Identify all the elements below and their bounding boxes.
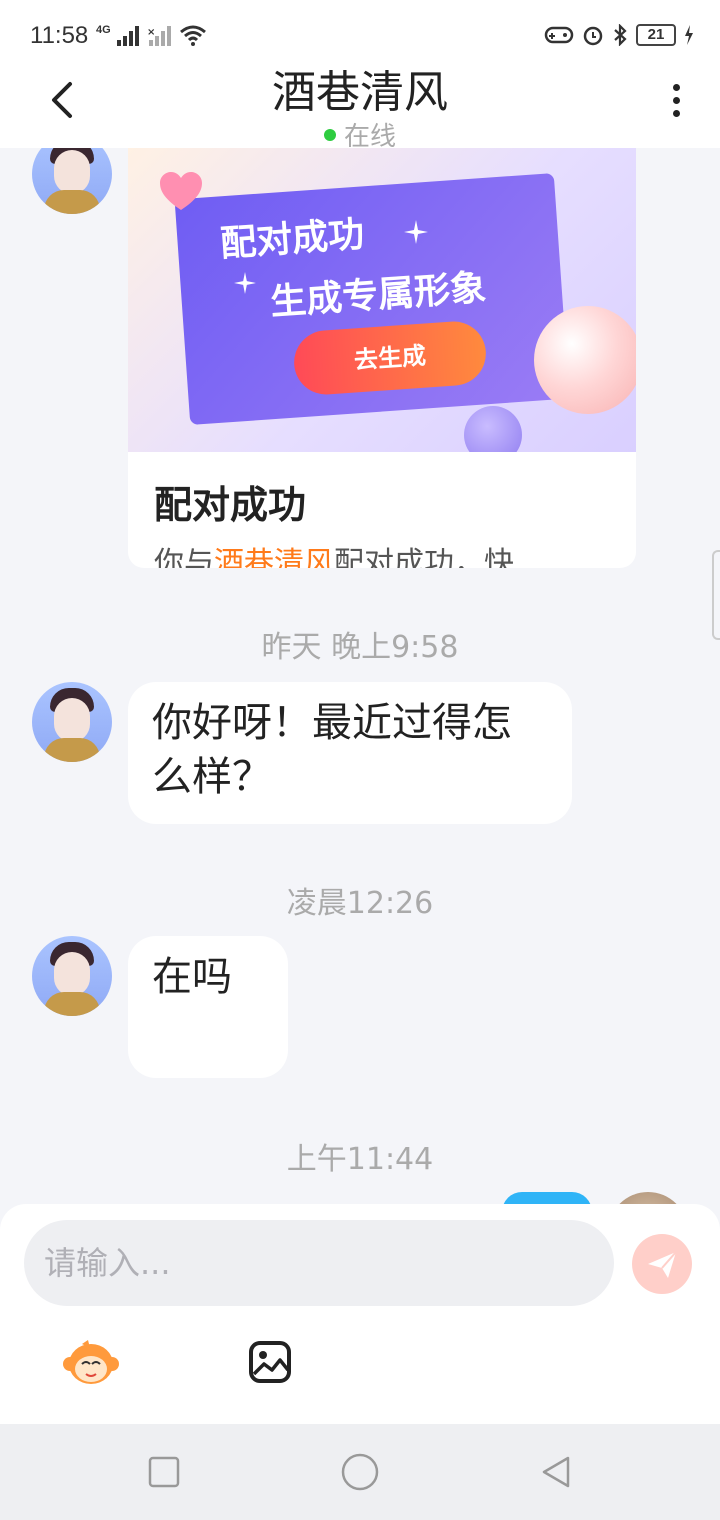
signal-off-icon: × (147, 26, 171, 46)
chat-title: 酒巷清风 (272, 67, 448, 118)
monkey-sticker-icon (63, 1340, 119, 1384)
gamepad-icon (544, 26, 574, 44)
wifi-icon (179, 25, 206, 46)
battery-level: 21 (636, 24, 676, 46)
more-options-button[interactable] (666, 84, 686, 124)
card-contact-name[interactable]: 酒巷清风 (214, 546, 334, 568)
status-time: 11:58 (30, 22, 89, 49)
charging-icon (685, 25, 693, 45)
system-nav-bar (0, 1424, 720, 1520)
sparkle-icon (404, 220, 428, 244)
received-message-bubble[interactable]: 你好呀！最近过得怎么样？ (128, 682, 572, 824)
status-right-icons: 21 (544, 24, 694, 46)
alarm-icon (583, 26, 603, 46)
send-icon (648, 1251, 677, 1278)
message-timestamp: 凌晨12:26 (286, 886, 434, 921)
status-left-icons: 4G × (96, 24, 207, 46)
input-area (0, 1204, 720, 1424)
message-timestamp: 昨天 晚上9:58 (261, 630, 459, 665)
svg-text:×: × (147, 27, 155, 38)
contact-avatar[interactable] (32, 936, 112, 1016)
more-dot-icon (672, 84, 680, 91)
image-button[interactable] (248, 1340, 292, 1384)
match-success-card[interactable]: 配对成功 生成专属形象 去生成 配对成功 你与酒巷清风配对成功，快 (128, 148, 636, 568)
signal-icon (116, 26, 139, 46)
message-list[interactable]: 配对成功 生成专属形象 去生成 配对成功 你与酒巷清风配对成功，快 昨天 晚上9… (0, 148, 720, 1208)
sticker-button[interactable] (62, 1338, 120, 1388)
network-type: 4G (96, 24, 111, 36)
received-message-bubble[interactable]: 在吗 (128, 936, 288, 1078)
card-description: 你与酒巷清风配对成功，快 (154, 538, 514, 568)
ball-decoration (464, 406, 522, 452)
sparkle-icon (234, 272, 256, 294)
planet-decoration (534, 306, 636, 414)
send-button[interactable] (632, 1234, 692, 1294)
more-dot-icon (672, 110, 680, 117)
recent-apps-icon[interactable] (146, 1454, 182, 1490)
heart-icon (160, 172, 202, 210)
message-timestamp: 上午11:44 (286, 1142, 434, 1177)
edge-handle[interactable] (712, 550, 720, 640)
bluetooth-icon (614, 24, 627, 46)
card-banner[interactable]: 配对成功 生成专属形象 去生成 (128, 148, 636, 452)
more-dot-icon (672, 97, 680, 104)
back-nav-icon[interactable] (538, 1454, 574, 1490)
contact-avatar[interactable] (32, 148, 112, 214)
home-icon[interactable] (340, 1452, 380, 1492)
image-icon (249, 1341, 291, 1383)
chat-header: 酒巷清风 在线 (0, 67, 720, 152)
banner-title: 配对成功 (218, 214, 366, 265)
message-input[interactable] (24, 1220, 614, 1306)
generate-avatar-button[interactable]: 去生成 (292, 319, 488, 397)
online-dot-icon (323, 128, 336, 141)
card-title: 配对成功 (154, 483, 307, 527)
contact-avatar[interactable] (32, 682, 112, 762)
